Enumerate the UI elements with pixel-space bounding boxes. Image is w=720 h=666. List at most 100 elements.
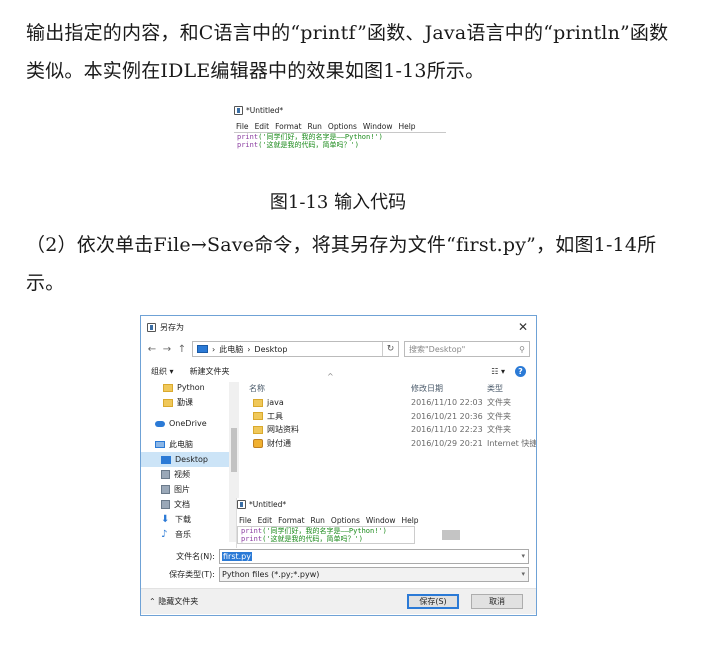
idle-titlebar: *Untitled* [234,104,446,116]
menu-options[interactable]: Options [331,516,360,525]
menu-run[interactable]: Run [311,516,325,525]
music-icon: ♪ [161,529,168,540]
code-string: ('这就是我的代码，简单吗？') [262,535,363,543]
image-icon [161,485,170,494]
file-date: 2016/10/21 20:36 [411,411,483,421]
menu-help[interactable]: Help [398,122,415,131]
menu-file[interactable]: File [236,122,249,131]
paragraph-intro: 输出指定的内容，和C语言中的“printf”函数、Java语言中的“printl… [26,22,669,82]
new-folder-button[interactable]: 新建文件夹 [190,366,230,377]
search-input[interactable]: 搜索"Desktop" ⚲ [404,341,530,357]
idle-titlebar: *Untitled* [237,498,442,510]
file-list-header: 名称 修改日期 类型 [245,380,536,396]
column-name[interactable]: 名称 [245,383,411,394]
filetype-label: 保存类型(T): [169,569,215,579]
folder-icon [163,383,173,392]
nav-item-downloads[interactable]: ⬇ 下载 [141,512,239,527]
nav-item-label: 音乐 [175,530,191,539]
nav-item-music[interactable]: ♪ 音乐 [141,527,239,542]
chevron-down-icon[interactable]: ▾ [521,552,525,560]
code-editor[interactable]: print('同学们好，我的名字是——Python!') print('这就是我… [237,526,415,544]
file-row[interactable]: 财付通 2016/10/29 20:21 Internet 快捷方式 [245,437,536,451]
menu-format[interactable]: Format [278,516,304,525]
filetype-select[interactable]: Python files (*.py;*.pyw) ▾ [219,566,529,582]
nav-item-this-pc[interactable]: 此电脑 [141,437,239,452]
file-type: Internet 快捷方式 [487,438,536,448]
column-type[interactable]: 类型 [487,383,536,394]
hide-folders-label: 隐藏文件夹 [158,597,199,606]
scrollbar-thumb[interactable] [231,428,237,472]
cancel-button[interactable]: 取消 [471,594,523,609]
breadcrumb-pc[interactable]: 此电脑 [219,344,243,355]
menu-window[interactable]: Window [363,122,393,131]
menu-format[interactable]: Format [275,122,301,131]
menu-file[interactable]: File [239,516,252,525]
filename-row: 文件名(N): first.py ▾ [141,548,536,564]
nav-item-label: 下载 [175,515,191,524]
refresh-icon[interactable]: ↻ [382,342,398,356]
file-row[interactable]: java 2016/11/10 22:03 文件夹 [245,396,536,410]
menu-edit[interactable]: Edit [258,516,273,525]
dialog-app-icon [147,322,156,332]
nav-item-folder[interactable]: 勤课 [141,395,239,410]
close-icon[interactable]: ✕ [518,320,528,334]
file-row[interactable]: 网站资料 2016/11/10 22:23 文件夹 [245,423,536,437]
breadcrumb-desktop[interactable]: Desktop [254,345,287,354]
download-icon: ⬇ [161,514,170,525]
file-row[interactable]: 工具 2016/10/21 20:36 文件夹 [245,410,536,424]
horizontal-scrollbar[interactable] [442,530,460,540]
code-editor[interactable]: print('同学们好，我的名字是——Python!') print('这就是我… [234,132,446,149]
code-string: ('同学们好，我的名字是——Python!') [258,133,383,141]
nav-item-label: 勤课 [177,398,193,407]
address-row: ← → ↑ › 此电脑 › Desktop ↻ 搜索"Desktop" ⚲ [147,340,530,358]
search-icon: ⚲ [519,344,525,354]
menu-run[interactable]: Run [308,122,322,131]
idle-title: *Untitled* [249,499,287,509]
file-list: 名称 修改日期 类型 java 2016/11/10 22:03 文件夹 工具 … [245,380,536,450]
menu-edit[interactable]: Edit [255,122,270,131]
menu-options[interactable]: Options [328,122,357,131]
dialog-titlebar: 另存为 [141,316,536,338]
file-name: 工具 [267,411,283,421]
folder-icon [253,412,263,421]
file-date: 2016/11/10 22:03 [411,398,483,408]
help-icon[interactable]: ? [515,365,526,377]
file-name: 财付通 [267,438,291,448]
dialog-footer: ⌃ 隐藏文件夹 保存(S) 取消 [141,588,536,614]
up-arrow-icon[interactable]: ↑ [177,344,187,355]
address-bar[interactable]: › 此电脑 › Desktop ↻ [192,341,399,357]
menu-help[interactable]: Help [401,516,418,525]
nav-item-pictures[interactable]: 图片 [141,482,239,497]
paragraph-step2: （2）依次单击File→Save命令，将其另存为文件“first.py”，如图1… [26,234,657,294]
idle-title: *Untitled* [246,105,284,115]
code-line: print('这就是我的代码，简单吗？') [237,141,446,149]
save-as-dialog: 另存为 ✕ ← → ↑ › 此电脑 › Desktop ↻ 搜索"Desktop… [140,315,537,616]
folder-icon [253,398,263,407]
nav-item-python[interactable]: Python [141,380,239,395]
filename-field[interactable]: first.py ▾ [219,548,529,564]
save-button[interactable]: 保存(S) [407,594,459,609]
folder-icon [253,425,263,434]
cloud-icon [155,420,165,427]
organize-button[interactable]: 组织 ▾ [151,366,174,377]
nav-item-onedrive[interactable]: OneDrive [141,416,239,431]
column-date[interactable]: 修改日期 [411,383,487,394]
back-arrow-icon[interactable]: ← [147,344,157,355]
dialog-toolbar: 组织 ▾ 新建文件夹 ☷ ▾ ? [141,362,536,380]
filename-value: first.py [222,551,252,561]
view-options-icon[interactable]: ☷ ▾ [491,367,505,376]
nav-item-documents[interactable]: 文档 [141,497,239,512]
shortcut-icon [253,438,263,448]
menu-window[interactable]: Window [366,516,396,525]
code-keyword: print [241,535,263,543]
nav-item-label: 图片 [174,485,190,494]
nav-item-desktop[interactable]: Desktop [141,452,239,467]
dialog-title: 另存为 [160,322,184,332]
idle-window-overlay: *Untitled* File Edit Format Run Options … [236,498,442,548]
file-type: 文件夹 [487,425,511,435]
nav-item-label: OneDrive [169,419,207,428]
nav-item-videos[interactable]: 视频 [141,467,239,482]
forward-arrow-icon[interactable]: → [162,344,172,355]
hide-folders-toggle[interactable]: ⌃ 隐藏文件夹 [149,596,198,607]
file-name: java [267,398,284,408]
